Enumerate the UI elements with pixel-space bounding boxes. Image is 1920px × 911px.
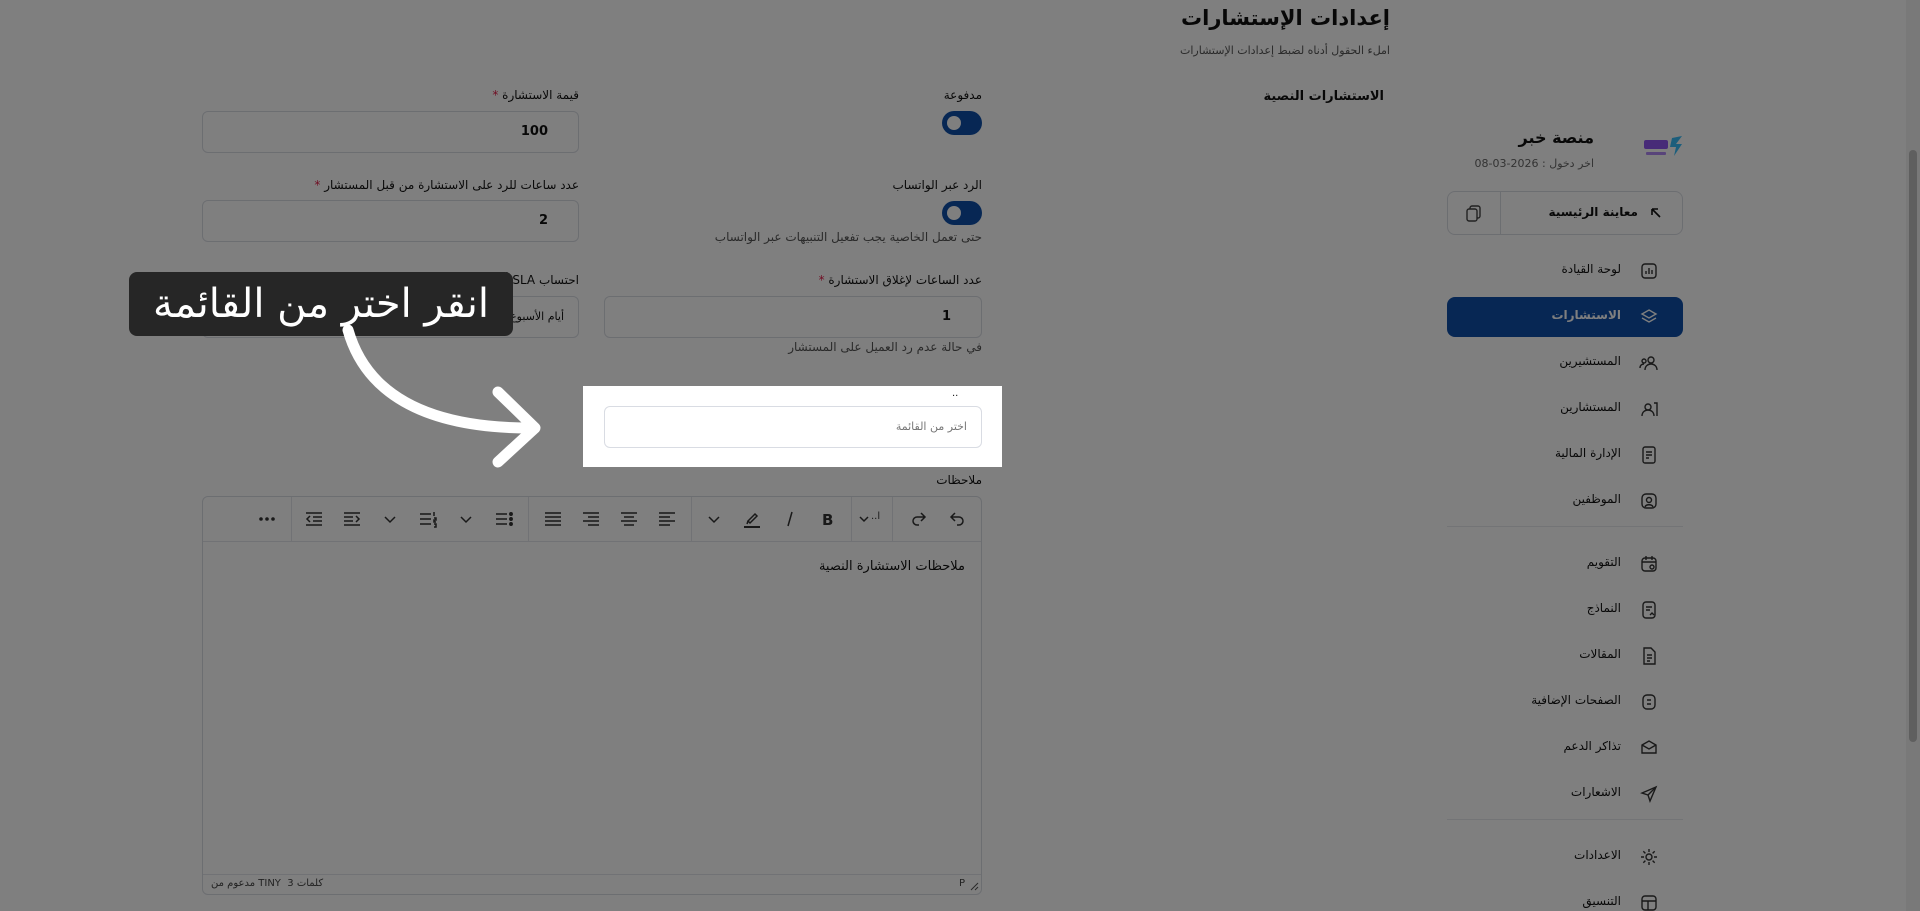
list-select[interactable]: اختر من القائمة (604, 406, 982, 448)
curved-arrow-icon (342, 324, 541, 468)
list-select-label: .. (952, 388, 959, 399)
overlay-dim (1002, 386, 1920, 467)
overlay-dim (0, 467, 1920, 911)
